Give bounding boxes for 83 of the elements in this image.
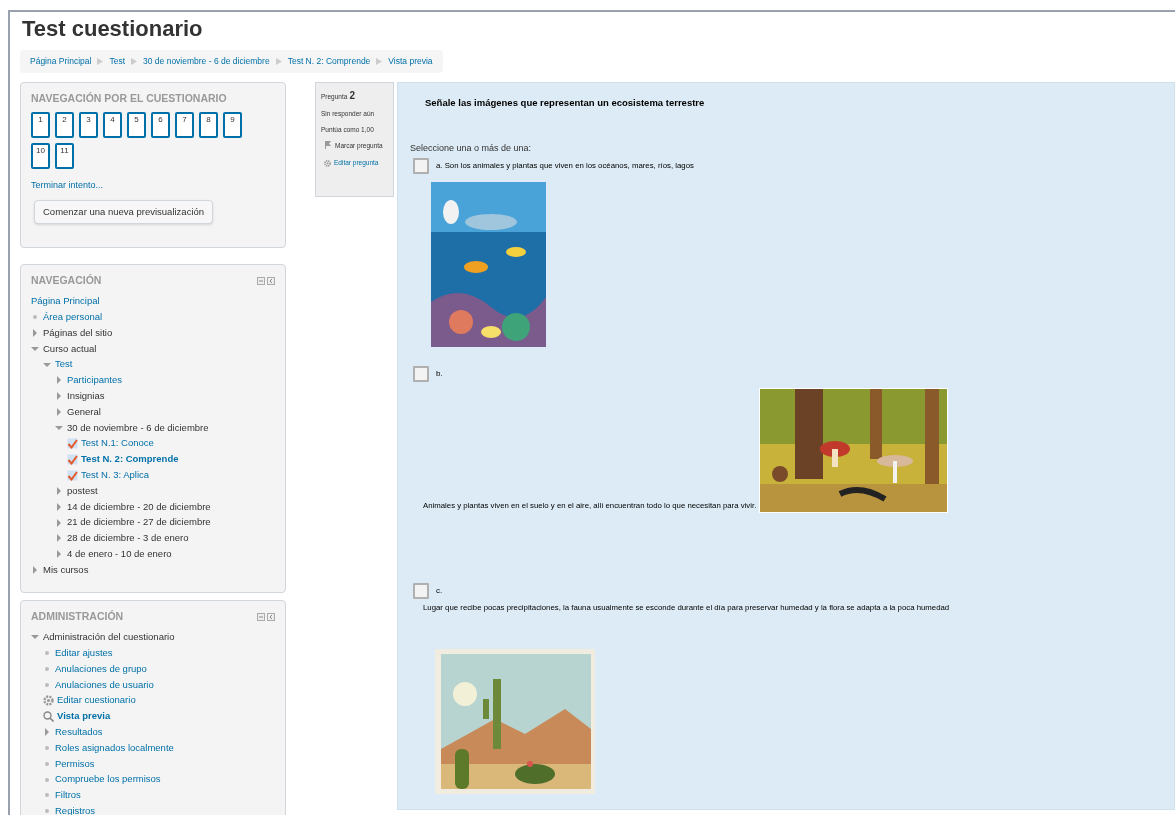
answer-checkbox[interactable]	[413, 582, 429, 599]
tree-link[interactable]: Anulaciones de usuario	[55, 677, 154, 692]
breadcrumb-link[interactable]: Página Principal	[30, 55, 92, 68]
checkmark-icon	[67, 469, 78, 481]
tree-link[interactable]: Vista previa	[57, 709, 111, 724]
tree-item[interactable]: 21 de diciembre - 27 de diciembre	[67, 515, 211, 530]
tree-link[interactable]: Test N. 2: Comprende	[81, 452, 179, 467]
question-number: 2	[349, 88, 355, 103]
tree-link[interactable]: Test N. 3: Aplica	[81, 468, 150, 483]
tree-link[interactable]: Editar cuestionario	[57, 693, 136, 708]
new-preview-button[interactable]: Comenzar una nueva previsualización	[34, 200, 214, 225]
minimize-icon[interactable]	[257, 276, 265, 285]
tree-link[interactable]: Test N.1: Conoce	[81, 436, 154, 451]
block-title: NAVEGACIÓN	[31, 272, 102, 288]
question-number-button[interactable]: 6	[151, 111, 170, 138]
bullet-icon	[43, 649, 51, 658]
checkmark-icon	[67, 453, 78, 465]
dock-icon[interactable]	[267, 276, 275, 285]
bullet-icon	[31, 313, 39, 322]
tree-link[interactable]: Página Principal	[31, 294, 100, 309]
tree-link[interactable]: Compruebe los permisos	[55, 772, 161, 787]
tree-link[interactable]: Filtros	[55, 788, 81, 803]
question-number-button[interactable]: 4	[103, 111, 122, 138]
question-text: Señale las imágenes que representan un ecosistema terrestre	[425, 95, 706, 110]
bullet-icon	[43, 680, 51, 689]
answer-label: c.	[436, 584, 443, 597]
tree-link[interactable]: Permisos	[55, 756, 95, 771]
tree-item[interactable]: postest	[67, 483, 98, 499]
bullet-icon	[43, 759, 51, 768]
tree-item[interactable]: General	[67, 404, 101, 420]
tree-item[interactable]: Insignias	[67, 389, 105, 404]
tree-item[interactable]: Mis cursos	[43, 562, 89, 578]
breadcrumb-link[interactable]: 30 de noviembre - 6 de diciembre	[143, 55, 270, 68]
question-number-button[interactable]: 3	[79, 111, 98, 138]
bullet-icon	[43, 775, 51, 784]
tree-item[interactable]: Administración del cuestionario	[43, 630, 175, 645]
checkmark-icon	[67, 438, 78, 450]
bullet-icon	[43, 807, 51, 815]
bullet-icon	[43, 791, 51, 800]
breadcrumb-link[interactable]: Vista previa	[388, 55, 433, 68]
question-number-button[interactable]: 8	[199, 111, 218, 138]
minimize-icon[interactable]	[257, 612, 265, 621]
separator-arrow-icon	[97, 57, 104, 65]
tree-link[interactable]: Área personal	[43, 310, 103, 325]
question-number-button[interactable]: 7	[175, 111, 194, 138]
tree-link[interactable]: Anulaciones de grupo	[55, 661, 147, 677]
tree-link[interactable]: Participantes	[67, 373, 122, 388]
block-title: ADMINISTRACIÓN	[31, 608, 124, 624]
answer-checkbox[interactable]	[413, 157, 429, 174]
breadcrumb-link[interactable]: Test N. 2: Comprende	[287, 55, 371, 68]
page-title: Test cuestionario	[22, 15, 204, 43]
tree-item[interactable]: Curso actual	[43, 341, 97, 356]
instruction-text: Seleccione una o más de una:	[410, 142, 533, 155]
tree-item[interactable]: Páginas del sitio	[43, 325, 113, 341]
finish-attempt-link[interactable]: Terminar intento...	[31, 178, 275, 192]
dock-icon[interactable]	[267, 612, 275, 621]
tree-item[interactable]: 30 de noviembre - 6 de diciembre	[67, 420, 209, 435]
question-number-button[interactable]: 2	[55, 111, 74, 138]
gear-icon	[324, 159, 331, 167]
question-number-button[interactable]: 10	[31, 142, 50, 169]
separator-arrow-icon	[131, 57, 138, 65]
tree-link[interactable]: Editar ajustes	[55, 646, 113, 661]
breadcrumb-link[interactable]: Test	[109, 55, 126, 68]
bullet-icon	[43, 743, 51, 752]
answer-label: b.	[436, 367, 443, 380]
tree-item[interactable]: 4 de enero - 10 de enero	[67, 547, 172, 562]
tree-link[interactable]: Roles asignados localmente	[55, 740, 174, 756]
tree-link[interactable]: Test	[55, 357, 73, 372]
flag-icon	[324, 140, 332, 150]
separator-arrow-icon	[275, 57, 282, 65]
tree-item[interactable]: 28 de diciembre - 3 de enero	[67, 531, 189, 546]
search-icon	[43, 710, 54, 722]
bullet-icon	[43, 665, 51, 673]
question-number-button[interactable]: 1	[31, 111, 50, 138]
separator-arrow-icon	[376, 57, 383, 65]
question-number-button[interactable]: 11	[55, 142, 74, 169]
question-number-button[interactable]: 9	[223, 111, 242, 138]
question-number-button[interactable]: 5	[127, 111, 146, 138]
tree-item[interactable]: 14 de diciembre - 20 de diciembre	[67, 499, 211, 514]
tree-link[interactable]: Resultados	[55, 725, 103, 740]
block-title: NAVEGACIÓN POR EL CUESTIONARIO	[31, 90, 228, 106]
gear-icon	[43, 695, 54, 707]
answer-checkbox[interactable]	[413, 365, 429, 382]
